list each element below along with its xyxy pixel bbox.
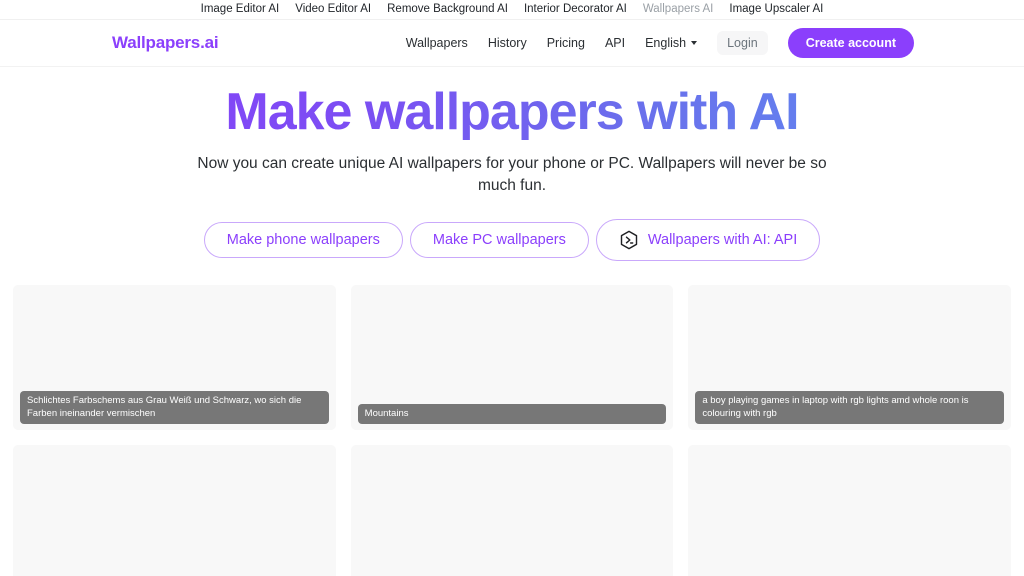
main-navigation: Wallpapers History Pricing API English L… bbox=[406, 27, 914, 59]
gallery-card-caption: Mountains bbox=[357, 403, 667, 425]
hero-subtitle: Now you can create unique AI wallpapers … bbox=[197, 155, 827, 195]
wallpaper-gallery: Schlichtes Farbschems aus Grau Weiß und … bbox=[0, 285, 1024, 576]
gallery-card[interactable]: Mountains bbox=[350, 285, 674, 431]
gallery-card-caption: Schlichtes Farbschems aus Grau Weiß und … bbox=[20, 391, 329, 425]
site-header: Wallpapers.ai Wallpapers History Pricing… bbox=[0, 20, 1024, 67]
nav-item-wallpapers[interactable]: Wallpapers bbox=[406, 37, 468, 50]
brand-logo[interactable]: Wallpapers.ai bbox=[112, 33, 219, 53]
hero-cta-row: Make phone wallpapers Make PC wallpapers… bbox=[0, 219, 1024, 262]
gallery-card-caption: a boy playing games in laptop with rgb l… bbox=[695, 391, 1004, 425]
make-pc-wallpapers-label: Make PC wallpapers bbox=[432, 231, 566, 248]
top-utility-bar: Image Editor AI Video Editor AI Remove B… bbox=[0, 0, 1024, 20]
gallery-card[interactable] bbox=[688, 445, 1011, 576]
nav-item-pricing[interactable]: Pricing bbox=[547, 37, 585, 50]
terminal-hexagon-icon bbox=[620, 230, 638, 250]
topbar-link-interior-decorator-ai[interactable]: Interior Decorator AI bbox=[524, 3, 627, 16]
topbar-link-image-upscaler-ai[interactable]: Image Upscaler AI bbox=[729, 3, 823, 16]
make-phone-wallpapers-button[interactable]: Make phone wallpapers bbox=[203, 221, 403, 259]
create-account-button[interactable]: Create account bbox=[787, 27, 914, 59]
topbar-link-image-editor-ai[interactable]: Image Editor AI bbox=[201, 3, 280, 16]
make-phone-wallpapers-label: Make phone wallpapers bbox=[226, 231, 380, 248]
nav-item-api[interactable]: API bbox=[605, 37, 625, 50]
gallery-card[interactable] bbox=[13, 445, 336, 576]
language-label: English bbox=[645, 35, 687, 50]
page-title: Make wallpapers with AI bbox=[0, 83, 1024, 141]
gallery-card[interactable] bbox=[350, 445, 674, 576]
hero-section: Make wallpapers with AI Now you can crea… bbox=[0, 67, 1024, 262]
login-button[interactable]: Login bbox=[717, 30, 768, 56]
topbar-link-remove-background-ai[interactable]: Remove Background AI bbox=[387, 3, 508, 16]
chevron-down-icon bbox=[691, 41, 698, 45]
nav-item-history[interactable]: History bbox=[488, 37, 527, 50]
topbar-link-wallpapers-ai[interactable]: Wallpapers AI bbox=[643, 3, 714, 16]
gallery-card[interactable]: Schlichtes Farbschems aus Grau Weiß und … bbox=[13, 285, 336, 431]
gallery-card[interactable]: a boy playing games in laptop with rgb l… bbox=[688, 285, 1011, 431]
topbar-link-video-editor-ai[interactable]: Video Editor AI bbox=[295, 3, 371, 16]
language-selector[interactable]: English bbox=[645, 35, 698, 50]
wallpapers-api-label: Wallpapers with AI: API bbox=[647, 231, 798, 248]
make-pc-wallpapers-button[interactable]: Make PC wallpapers bbox=[409, 221, 589, 259]
wallpapers-api-button[interactable]: Wallpapers with AI: API bbox=[595, 219, 821, 262]
